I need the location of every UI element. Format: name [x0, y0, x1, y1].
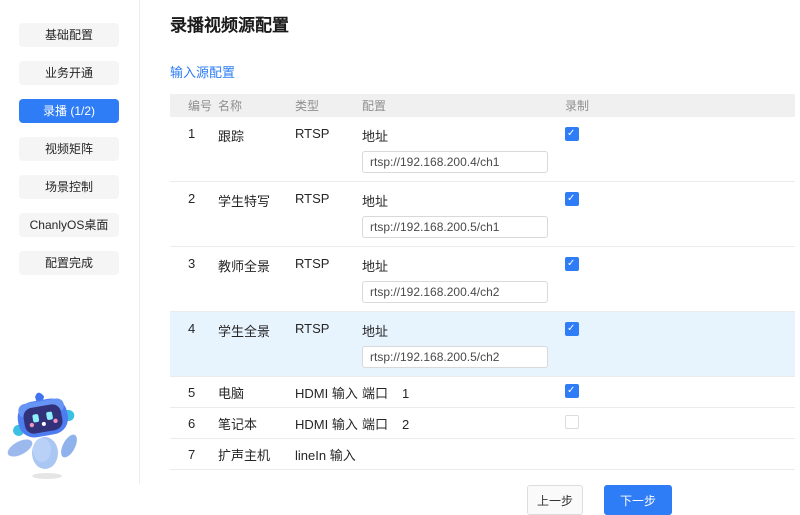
- column-header: 配置: [362, 97, 565, 114]
- page-title: 录播视频源配置: [170, 0, 795, 36]
- record-cell: [565, 414, 795, 432]
- table-header-row: 编号名称类型配置录制: [170, 94, 795, 117]
- record-cell: [565, 321, 795, 339]
- table-row: 2学生特写RTSP地址: [170, 182, 795, 247]
- previous-step-button[interactable]: 上一步: [527, 485, 583, 515]
- record-cell: [565, 126, 795, 144]
- source-name: 跟踪: [218, 126, 295, 145]
- row-number: 1: [170, 126, 218, 141]
- port-value: 1: [402, 386, 409, 401]
- source-name: 学生特写: [218, 191, 295, 210]
- record-checkbox[interactable]: [565, 192, 579, 206]
- column-header: 类型: [295, 97, 362, 114]
- source-name: 学生全景: [218, 321, 295, 340]
- sidebar-item-7[interactable]: 配置完成: [19, 251, 119, 275]
- address-label: 地址: [362, 321, 388, 340]
- main-panel: 录播视频源配置 输入源配置 编号名称类型配置录制 1跟踪RTSP地址2学生特写R…: [141, 0, 800, 484]
- sidebar-item-2[interactable]: 业务开通: [19, 61, 119, 85]
- column-header: 名称: [218, 97, 295, 114]
- address-input[interactable]: [362, 346, 548, 368]
- table-body: 1跟踪RTSP地址2学生特写RTSP地址3教师全景RTSP地址4学生全景RTSP…: [170, 117, 795, 470]
- source-type: HDMI 输入: [295, 414, 362, 433]
- sidebar-item-5[interactable]: 场景控制: [19, 175, 119, 199]
- config-cell: 地址: [362, 191, 565, 238]
- address-label: 地址: [362, 191, 388, 210]
- row-number: 2: [170, 191, 218, 206]
- source-type: RTSP: [295, 256, 362, 271]
- table-row: 7扩声主机lineIn 输入: [170, 439, 795, 470]
- row-number: 6: [170, 416, 218, 431]
- sidebar-item-4[interactable]: 视频矩阵: [19, 137, 119, 161]
- table-row: 3教师全景RTSP地址: [170, 247, 795, 312]
- source-type: HDMI 输入: [295, 383, 362, 402]
- source-name: 扩声主机: [218, 445, 295, 464]
- source-name: 电脑: [218, 383, 295, 402]
- robot-assistant-icon: [4, 390, 90, 482]
- table-row: 4学生全景RTSP地址: [170, 312, 795, 377]
- config-cell: 地址: [362, 321, 565, 368]
- source-name: 笔记本: [218, 414, 295, 433]
- sidebar-nav: 基础配置业务开通录播 (1/2) 视频矩阵场景控制 ChanlyOS桌面配置完成: [0, 0, 139, 275]
- column-header: 编号: [170, 97, 218, 114]
- address-label: 地址: [362, 256, 388, 275]
- address-input[interactable]: [362, 281, 548, 303]
- source-type: RTSP: [295, 321, 362, 336]
- address-input[interactable]: [362, 151, 548, 173]
- wizard-footer: 上一步 下一步: [170, 485, 795, 515]
- next-step-button[interactable]: 下一步: [604, 485, 672, 515]
- record-checkbox[interactable]: [565, 257, 579, 271]
- row-number: 4: [170, 321, 218, 336]
- source-name: 教师全景: [218, 256, 295, 275]
- input-source-config-link[interactable]: 输入源配置: [170, 62, 235, 81]
- record-cell: [565, 256, 795, 274]
- row-number: 3: [170, 256, 218, 271]
- record-checkbox[interactable]: [565, 384, 579, 398]
- sidebar-item-3[interactable]: 录播 (1/2): [19, 99, 119, 123]
- sidebar-item-6[interactable]: ChanlyOS桌面: [19, 213, 119, 237]
- record-checkbox[interactable]: [565, 127, 579, 141]
- record-cell: [565, 191, 795, 209]
- source-type: lineIn 输入: [295, 445, 362, 464]
- config-cell: 端口 1: [362, 383, 565, 402]
- table-row: 6笔记本HDMI 输入端口 2: [170, 408, 795, 439]
- record-checkbox[interactable]: [565, 415, 579, 429]
- record-cell: [565, 383, 795, 401]
- record-checkbox[interactable]: [565, 322, 579, 336]
- sidebar-item-1[interactable]: 基础配置: [19, 23, 119, 47]
- address-input[interactable]: [362, 216, 548, 238]
- config-cell: 地址: [362, 126, 565, 173]
- row-number: 5: [170, 385, 218, 400]
- port-label: 端口: [362, 383, 388, 402]
- table-row: 5电脑HDMI 输入端口 1: [170, 377, 795, 408]
- port-label: 端口: [362, 414, 388, 433]
- port-value: 2: [402, 417, 409, 432]
- video-source-table: 编号名称类型配置录制 1跟踪RTSP地址2学生特写RTSP地址3教师全景RTSP…: [170, 94, 795, 470]
- config-cell: 端口 2: [362, 414, 565, 433]
- source-type: RTSP: [295, 126, 362, 141]
- sidebar: 基础配置业务开通录播 (1/2) 视频矩阵场景控制 ChanlyOS桌面配置完成: [0, 0, 140, 484]
- source-type: RTSP: [295, 191, 362, 206]
- table-row: 1跟踪RTSP地址: [170, 117, 795, 182]
- row-number: 7: [170, 447, 218, 462]
- address-label: 地址: [362, 126, 388, 145]
- column-header: 录制: [565, 97, 795, 114]
- config-cell: 地址: [362, 256, 565, 303]
